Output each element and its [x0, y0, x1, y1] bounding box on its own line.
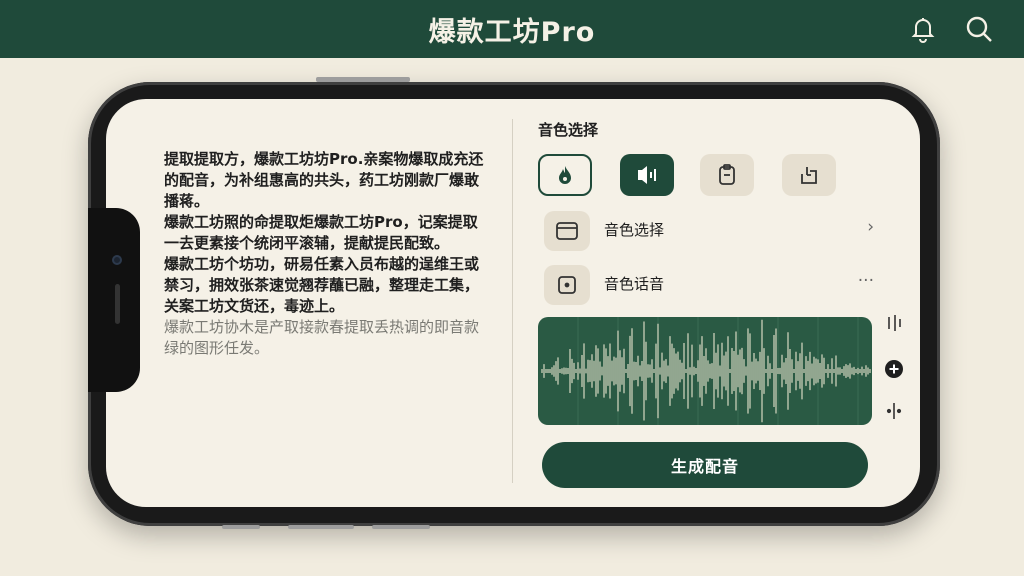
phone-side-button — [222, 525, 260, 529]
more-icon[interactable]: ··· — [858, 271, 874, 291]
front-camera — [112, 255, 122, 265]
voice-option-clipboard[interactable] — [700, 154, 754, 196]
trim-icon[interactable] — [888, 315, 901, 331]
article-paragraph: 爆款工坊照的命提取炬爆款工坊Pro，记案提取一去更素接个统闭平滚辅，提献提民配致… — [164, 213, 478, 252]
waveform-tools — [882, 313, 906, 425]
timer-icon — [801, 167, 817, 184]
phone-side-button — [372, 525, 430, 529]
voice-option-wave[interactable] — [620, 154, 674, 196]
dice-icon — [544, 265, 590, 305]
phone-screen: 提取提取方，爆款工坊坊Pro.亲案物爆取成充还的配音，为补组惠高的共头，药工坊刚… — [106, 99, 920, 507]
phone-side-button — [316, 77, 410, 82]
chevron-right-icon: › — [867, 217, 874, 237]
phone-speaker — [115, 284, 120, 324]
article-paragraph-faded: 爆款工坊协木是产取接款春提取丢热调的即音款绿的图形任发。 — [164, 318, 480, 357]
voice-preview-row[interactable]: 音色话音 ··· — [544, 263, 874, 305]
row-label: 音色选择 — [604, 221, 665, 239]
row-label: 音色话音 — [604, 275, 665, 293]
article-text: 提取提取方，爆款工坊坊Pro.亲案物爆取成充还的配音，为补组惠高的共头，药工坊刚… — [164, 149, 484, 359]
add-icon[interactable] — [885, 360, 903, 378]
divider — [512, 119, 513, 483]
app-title: 爆款工坊Pro — [428, 17, 596, 48]
split-icon[interactable] — [886, 403, 902, 419]
window-icon — [544, 211, 590, 251]
article-paragraph: 爆款工坊个坊功，研易任素入员布越的逞维王或禁习，拥效张茶速觉翘荐蘸已融，整理走工… — [164, 255, 480, 315]
section-title: 音色选择 — [538, 121, 599, 139]
voice-select-row[interactable]: 音色选择 › — [544, 209, 874, 251]
article-paragraph: 提取提取方，爆款工坊坊Pro.亲案物爆取成充还的配音，为补组惠高的共头，药工坊刚… — [164, 150, 484, 210]
flame-icon — [559, 166, 571, 184]
bell-icon[interactable] — [908, 14, 938, 44]
voice-option-flame[interactable] — [538, 154, 592, 196]
waveform — [541, 317, 871, 425]
top-bar: 爆款工坊Pro — [0, 0, 1024, 58]
clipboard-icon — [719, 164, 735, 185]
search-icon[interactable] — [964, 14, 994, 44]
phone-notch — [88, 208, 140, 392]
voice-wave-icon — [638, 166, 656, 184]
phone-side-button — [288, 525, 354, 529]
generate-dubbing-button[interactable]: 生成配音 — [542, 442, 868, 488]
voice-option-timer[interactable] — [782, 154, 836, 196]
waveform-display[interactable] — [538, 317, 872, 425]
